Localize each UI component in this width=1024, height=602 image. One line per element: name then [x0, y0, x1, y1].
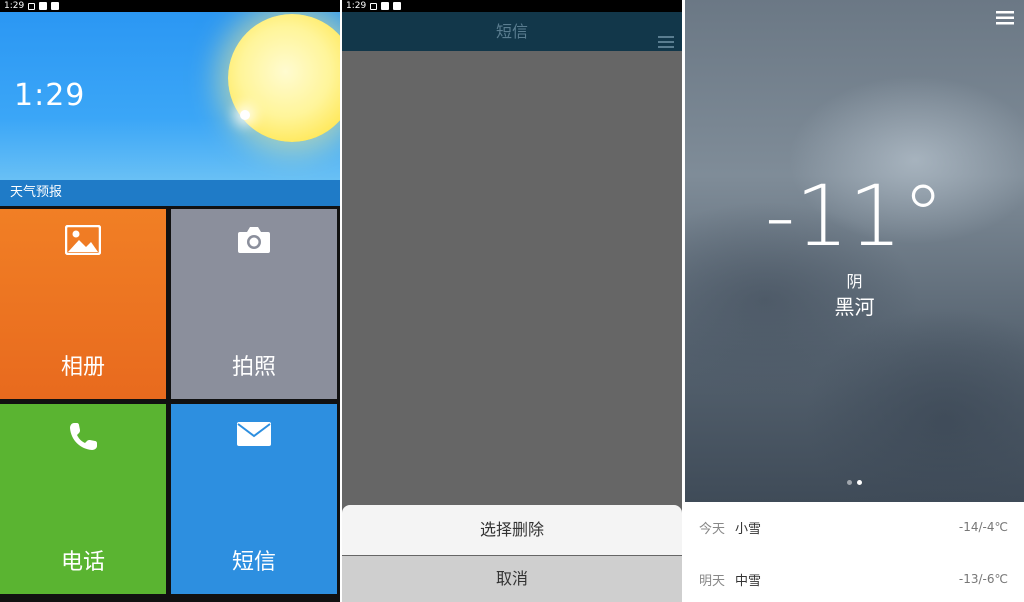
menu-icon[interactable] — [996, 10, 1014, 29]
notification-icon — [39, 2, 48, 10]
forecast-list: 今天 小雪 -14/-4℃ 明天 中雪 -13/-6℃ — [685, 502, 1024, 602]
sun-glint — [240, 110, 250, 120]
phone-tile[interactable]: 电话 — [0, 404, 166, 594]
forecast-row: 明天 中雪 -13/-6℃ — [685, 554, 1024, 602]
sun-icon — [228, 14, 340, 142]
menu-icon[interactable] — [658, 24, 674, 63]
forecast-row: 今天 小雪 -14/-4℃ — [685, 502, 1024, 552]
camera-label: 拍照 — [231, 355, 276, 380]
weather-screen: -11° 阴 黑河 今天 小雪 -14/-4℃ 明天 中雪 -13/-6℃ — [685, 0, 1024, 602]
album-label: 相册 — [60, 355, 105, 380]
current-temperature: -11° — [764, 167, 945, 265]
status-time: 1:29 — [346, 1, 367, 11]
weather-condition: 阴 — [846, 272, 863, 291]
sms-title: 短信 — [495, 22, 528, 41]
cancel-button[interactable]: 取消 — [342, 556, 682, 602]
notification-icon — [51, 2, 60, 10]
notification-icon — [28, 2, 36, 10]
mail-icon — [236, 420, 272, 452]
sms-tile[interactable]: 短信 — [171, 404, 337, 594]
page-dot — [847, 480, 852, 485]
camera-tile[interactable]: 拍照 — [171, 209, 337, 399]
album-tile[interactable]: 相册 — [0, 209, 166, 399]
weather-widget[interactable]: 1:29 天气预报 — [0, 12, 340, 206]
photo-icon — [64, 224, 102, 259]
phone-icon — [66, 420, 100, 458]
notification-icon — [370, 2, 378, 10]
clock-time: 1:29 — [14, 78, 86, 113]
status-bar: 1:29 — [0, 0, 340, 12]
forecast-weather: 中雪 — [735, 573, 762, 589]
launcher-screen: 1:29 1:29 天气预报 相册 拍照 电话 短信 — [0, 0, 340, 602]
status-time: 1:29 — [4, 1, 25, 11]
page-dot-active — [857, 480, 862, 485]
forecast-weather: 小雪 — [735, 521, 762, 537]
forecast-day: 今天 — [699, 521, 726, 537]
status-bar: 1:29 — [342, 0, 682, 12]
sms-screen: 1:29 短信 选择删除 取消 — [342, 0, 682, 602]
phone-label: 电话 — [60, 550, 105, 575]
forecast-day: 明天 — [699, 573, 726, 589]
city-name: 黑河 — [834, 295, 875, 319]
weather-widget-label: 天气预报 — [0, 180, 340, 206]
notification-icon — [381, 2, 390, 10]
sms-header: 短信 — [342, 12, 682, 51]
notification-icon — [393, 2, 402, 10]
camera-icon — [236, 225, 272, 259]
forecast-range: -14/-4℃ — [958, 520, 1008, 534]
select-delete-button[interactable]: 选择删除 — [342, 505, 682, 555]
sms-label: 短信 — [231, 550, 276, 575]
forecast-range: -13/-6℃ — [958, 572, 1008, 586]
page-indicator — [685, 480, 1024, 485]
